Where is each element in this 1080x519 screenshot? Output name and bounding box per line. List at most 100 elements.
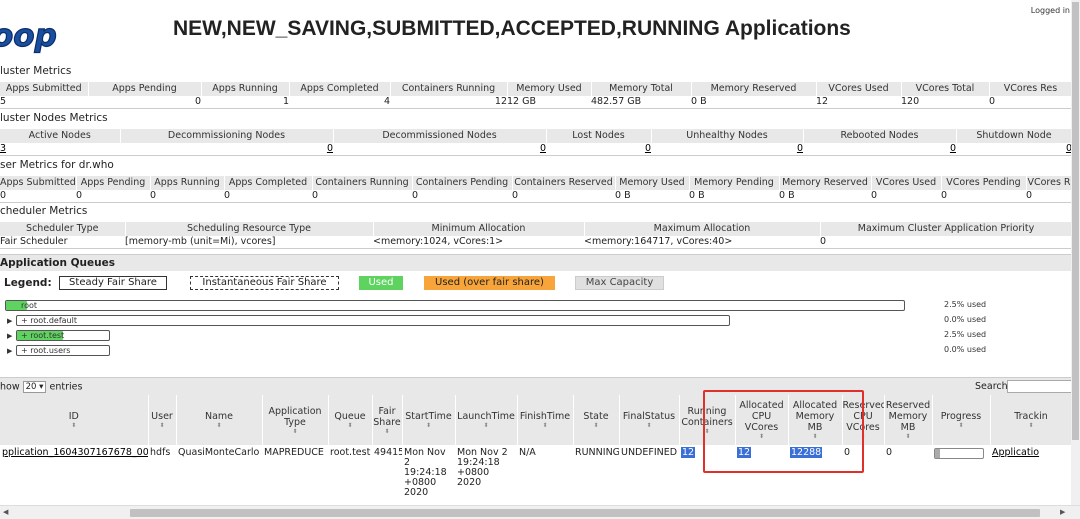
column-header[interactable]: Application Type ⬍ <box>262 395 329 445</box>
sort-icon[interactable]: ⬍ <box>933 422 990 429</box>
column-header[interactable]: Containers Running <box>390 82 508 96</box>
app-id-cell[interactable]: pplication_1604307167678_0005 <box>0 445 148 507</box>
column-header[interactable]: Trackin ⬍ <box>990 395 1073 445</box>
column-header[interactable]: Apps Submitted <box>0 176 77 190</box>
column-header[interactable]: Minimum Allocation <box>373 222 585 236</box>
metric-link[interactable]: 3 <box>0 143 6 154</box>
tracking-ui-link[interactable]: Applicatio <box>992 447 1039 458</box>
scroll-right-icon[interactable]: ▶ <box>1060 508 1065 516</box>
column-header[interactable]: Memory Pending <box>689 176 780 190</box>
sort-icon[interactable]: ⬍ <box>789 433 842 440</box>
column-header[interactable]: Reserved Memory MB ⬍ <box>884 395 933 445</box>
metric-link[interactable]: 0 <box>540 143 546 154</box>
table-row[interactable]: pplication_1604307167678_0005 hdfs Quasi… <box>0 445 1072 507</box>
column-header[interactable]: Apps Running <box>201 82 290 96</box>
column-header[interactable]: Reserved CPU VCores ⬍ <box>842 395 885 445</box>
column-header[interactable]: Lost Nodes <box>546 129 652 143</box>
column-header[interactable]: Maximum Cluster Application Priority <box>820 222 1073 236</box>
hadoop-logo-icon[interactable]: oop <box>0 16 58 54</box>
queue-bar[interactable]: + root.users <box>16 345 110 356</box>
column-header[interactable]: VCores Used <box>871 176 942 190</box>
sort-icon[interactable]: ⬍ <box>574 422 619 429</box>
metric-link[interactable]: 0 <box>645 143 651 154</box>
horizontal-scrollbar-thumb[interactable] <box>130 509 1040 517</box>
column-header[interactable]: Containers Reserved <box>512 176 616 190</box>
column-header[interactable]: Fair Share ⬍ <box>372 395 403 445</box>
column-header[interactable]: StartTime ⬍ <box>402 395 456 445</box>
sort-icon[interactable]: ⬍ <box>885 433 932 440</box>
column-header[interactable]: Scheduling Resource Type <box>125 222 374 236</box>
scroll-left-icon[interactable]: ◀ <box>3 508 8 516</box>
column-header[interactable]: User ⬍ <box>148 395 177 445</box>
column-header[interactable]: Queue ⬍ <box>328 395 373 445</box>
column-header[interactable]: Apps Completed <box>224 176 313 190</box>
column-header[interactable]: Scheduler Type <box>0 222 126 236</box>
sort-icon[interactable]: ⬍ <box>0 422 147 429</box>
expand-arrow-icon[interactable]: ▶ <box>7 331 12 341</box>
metric-link[interactable]: 0 <box>327 143 333 154</box>
column-header[interactable]: Running Containers ⬍ <box>679 395 736 445</box>
column-header[interactable]: Maximum Allocation <box>584 222 821 236</box>
sort-icon[interactable]: ⬍ <box>736 433 788 440</box>
column-header[interactable]: Memory Used <box>615 176 690 190</box>
column-header[interactable]: Decommissioning Nodes <box>120 129 334 143</box>
sort-icon[interactable]: ⬍ <box>518 422 573 429</box>
column-header[interactable]: Apps Pending <box>76 176 151 190</box>
sort-icon[interactable]: ⬍ <box>403 422 455 429</box>
column-header[interactable]: Decommissioned Nodes <box>333 129 547 143</box>
column-header[interactable]: Memory Reserved <box>779 176 872 190</box>
column-header[interactable]: Name ⬍ <box>176 395 263 445</box>
column-header[interactable]: VCores R <box>1026 176 1073 190</box>
vertical-scrollbar-thumb[interactable] <box>1072 2 1079 440</box>
column-header[interactable]: Containers Pending <box>412 176 513 190</box>
column-header[interactable]: Memory Reserved <box>691 82 817 96</box>
expand-arrow-icon[interactable]: ▶ <box>7 316 12 326</box>
search-input[interactable] <box>1007 380 1080 393</box>
horizontal-scrollbar[interactable]: ◀ ▶ <box>0 505 1080 519</box>
column-header[interactable]: Apps Submitted <box>0 82 89 96</box>
queue-root-users[interactable]: ▶ + root.users 0.0% used <box>0 345 1000 356</box>
column-header[interactable]: ID ⬍ <box>0 395 149 445</box>
queue-bar[interactable]: root <box>5 300 905 311</box>
sort-icon[interactable]: ⬍ <box>329 422 372 429</box>
queue-bar[interactable]: + root.default <box>16 315 730 326</box>
queue-root-default[interactable]: ▶ + root.default 0.0% used <box>0 315 1000 326</box>
sort-icon[interactable]: ⬍ <box>991 422 1072 429</box>
queue-root[interactable]: root 2.5% used <box>0 300 1000 311</box>
column-header[interactable]: Unhealthy Nodes <box>651 129 804 143</box>
column-header[interactable]: Apps Pending <box>88 82 202 96</box>
app-id-link[interactable]: pplication_1604307167678_0005 <box>2 447 148 458</box>
column-header[interactable]: Apps Running <box>150 176 225 190</box>
sort-icon[interactable]: ⬍ <box>680 428 735 435</box>
sort-icon[interactable]: ⬍ <box>177 422 262 429</box>
column-header[interactable]: Memory Used <box>507 82 592 96</box>
application-queues-header[interactable]: Application Queues <box>0 254 1072 271</box>
queue-bar[interactable]: + root.test <box>16 330 110 341</box>
sort-icon[interactable]: ⬍ <box>263 428 328 435</box>
sort-icon[interactable]: ⬍ <box>843 433 884 440</box>
expand-arrow-icon[interactable]: ▶ <box>7 346 12 356</box>
sort-icon[interactable]: ⬍ <box>456 422 517 429</box>
column-header[interactable]: Progress ⬍ <box>932 395 991 445</box>
sort-icon[interactable]: ⬍ <box>373 428 402 435</box>
app-tracking-cell[interactable]: Applicatio <box>990 445 1072 507</box>
column-header[interactable]: Containers Running <box>312 176 413 190</box>
column-header[interactable]: VCores Res <box>989 82 1073 96</box>
entries-per-page-select[interactable]: 20 ▾ <box>22 381 47 393</box>
column-header[interactable]: Allocated Memory MB ⬍ <box>788 395 843 445</box>
column-header[interactable]: VCores Pending <box>941 176 1027 190</box>
column-header[interactable]: FinishTime ⬍ <box>517 395 574 445</box>
queue-root-test[interactable]: ▶ + root.test 2.5% used <box>0 330 1000 341</box>
column-header[interactable]: Memory Total <box>591 82 692 96</box>
metric-link[interactable]: 0 <box>950 143 956 154</box>
column-header[interactable]: VCores Total <box>901 82 990 96</box>
column-header[interactable]: Apps Completed <box>289 82 391 96</box>
metric-link[interactable]: 0 <box>797 143 803 154</box>
sort-icon[interactable]: ⬍ <box>620 422 679 429</box>
vertical-scrollbar[interactable] <box>1071 0 1080 505</box>
column-header[interactable]: State ⬍ <box>573 395 620 445</box>
column-header[interactable]: Shutdown Node <box>956 129 1073 143</box>
column-header[interactable]: Allocated CPU VCores ⬍ <box>735 395 789 445</box>
column-header[interactable]: VCores Used <box>816 82 902 96</box>
column-header[interactable]: Active Nodes <box>0 129 121 143</box>
